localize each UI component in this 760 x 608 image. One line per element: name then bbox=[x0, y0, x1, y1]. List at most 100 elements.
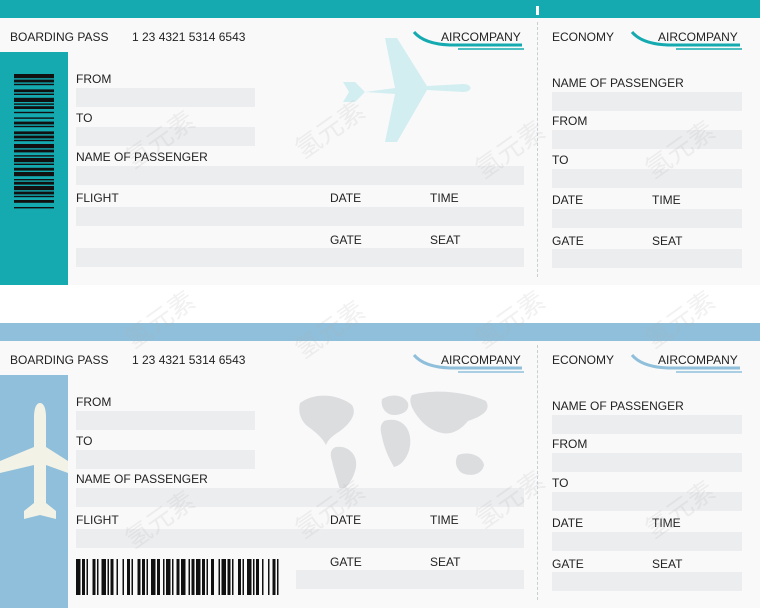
barcode-bar bbox=[86, 559, 88, 595]
from-field bbox=[76, 88, 255, 107]
barcode-stripe bbox=[14, 89, 54, 93]
boarding-pass-label: BOARDING PASS bbox=[10, 353, 109, 367]
coupon-date-field bbox=[552, 532, 742, 551]
barcode-stripe bbox=[14, 200, 54, 203]
barcode-bar bbox=[107, 559, 109, 595]
ticket-number: 1 23 4321 5314 6543 bbox=[132, 30, 246, 44]
barcode-bar bbox=[157, 559, 160, 595]
from-field bbox=[76, 411, 255, 430]
date-label: DATE bbox=[330, 191, 362, 205]
barcode-stripe bbox=[14, 167, 54, 171]
coupon-company-name: AIRCOMPANY bbox=[658, 30, 738, 44]
coupon-passenger-field bbox=[552, 92, 742, 111]
barcode-stripe bbox=[14, 125, 54, 128]
barcode-stripe bbox=[14, 117, 54, 119]
ticket-stub bbox=[0, 375, 68, 608]
company-name: AIRCOMPANY bbox=[441, 30, 521, 44]
barcode-stripe bbox=[14, 181, 54, 185]
coupon-passenger-field bbox=[552, 415, 742, 434]
barcode-bar bbox=[163, 559, 165, 595]
coupon-from-label: FROM bbox=[552, 114, 588, 128]
coupon-from-label: FROM bbox=[552, 437, 588, 451]
to-label: TO bbox=[76, 111, 93, 125]
coupon-company-name: AIRCOMPANY bbox=[658, 353, 738, 367]
barcode-bar bbox=[101, 559, 106, 595]
barcode-bar bbox=[137, 559, 141, 595]
barcode-bar bbox=[127, 559, 130, 595]
barcode-bar bbox=[211, 559, 214, 595]
barcode-bar bbox=[82, 559, 85, 595]
company-name: AIRCOMPANY bbox=[441, 353, 521, 367]
barcode-stripe bbox=[14, 83, 54, 86]
barcode-bar bbox=[176, 559, 180, 595]
barcode-stripe bbox=[14, 97, 54, 102]
barcode-bar bbox=[242, 559, 244, 595]
barcode-stripe bbox=[14, 139, 54, 142]
barcode-bar bbox=[227, 559, 231, 595]
barcode-stripe bbox=[14, 144, 54, 149]
barcode-icon bbox=[76, 559, 279, 595]
coupon-to-label: TO bbox=[552, 476, 569, 490]
coupon-seat-label: SEAT bbox=[652, 557, 683, 571]
barcode-bar bbox=[166, 559, 171, 595]
barcode-bar bbox=[247, 559, 252, 595]
time-label: TIME bbox=[430, 191, 459, 205]
airplane-icon bbox=[0, 403, 68, 519]
boarding-pass-ticket-1: BOARDING PASS 1 23 4321 5314 6543 AIRCOM… bbox=[0, 0, 760, 285]
barcode-bar bbox=[110, 559, 114, 595]
ticket-number: 1 23 4321 5314 6543 bbox=[132, 353, 246, 367]
barcode-bar bbox=[191, 559, 195, 595]
seat-label: SEAT bbox=[430, 555, 461, 569]
barcode-stripe bbox=[14, 163, 54, 165]
coupon-time-label: TIME bbox=[652, 193, 681, 207]
coupon-seat-label: SEAT bbox=[652, 234, 683, 248]
barcode-stripe bbox=[14, 195, 54, 198]
coupon-to-label: TO bbox=[552, 153, 569, 167]
from-label: FROM bbox=[76, 72, 112, 86]
gate-seat-field bbox=[76, 248, 524, 267]
to-field bbox=[76, 450, 255, 469]
boarding-pass-label: BOARDING PASS bbox=[10, 30, 109, 44]
barcode-bar bbox=[221, 559, 226, 595]
barcode-bar bbox=[116, 559, 118, 595]
flight-field bbox=[76, 207, 524, 226]
barcode-bar bbox=[232, 559, 234, 595]
from-label: FROM bbox=[76, 395, 112, 409]
coupon-from-field bbox=[552, 453, 742, 472]
divider-notch bbox=[536, 6, 539, 15]
gate-label: GATE bbox=[330, 555, 362, 569]
seat-label: SEAT bbox=[430, 233, 461, 247]
passenger-name-label: NAME OF PASSENGER bbox=[76, 472, 208, 486]
barcode-bar bbox=[256, 559, 259, 595]
boarding-pass-ticket-2: BOARDING PASS 1 23 4321 5314 6543 AIRCOM… bbox=[0, 323, 760, 608]
barcode-stripe bbox=[14, 79, 54, 83]
barcode-stripe bbox=[14, 179, 54, 181]
barcode-stripe bbox=[14, 74, 54, 79]
barcode-stripe bbox=[14, 172, 54, 177]
barcode-stripe bbox=[14, 103, 54, 105]
barcode-stripe bbox=[14, 135, 54, 139]
barcode-stripe bbox=[14, 191, 54, 195]
ticket-stub bbox=[0, 52, 68, 285]
coupon-date-label: DATE bbox=[552, 193, 584, 207]
barcode-bar bbox=[131, 559, 133, 595]
barcode-stripe bbox=[14, 186, 54, 191]
barcode-bar bbox=[97, 559, 99, 595]
barcode-bar bbox=[76, 559, 81, 595]
barcode-bar bbox=[181, 559, 186, 595]
barcode-stripe bbox=[14, 155, 54, 157]
coupon-passenger-label: NAME OF PASSENGER bbox=[552, 76, 684, 90]
barcode-bar bbox=[172, 559, 174, 595]
world-map bbox=[299, 391, 488, 491]
gate-label: GATE bbox=[330, 233, 362, 247]
barcode-bar bbox=[146, 559, 148, 595]
barcode-bar bbox=[92, 559, 96, 595]
barcode-bar bbox=[151, 559, 156, 595]
barcode-bar bbox=[122, 559, 124, 595]
passenger-name-field bbox=[76, 488, 524, 507]
barcode-bar bbox=[253, 559, 255, 595]
ticket-top-bar bbox=[0, 0, 760, 18]
class-label: ECONOMY bbox=[552, 353, 615, 367]
barcode-stripe bbox=[14, 131, 54, 135]
barcode-bar bbox=[272, 559, 276, 595]
